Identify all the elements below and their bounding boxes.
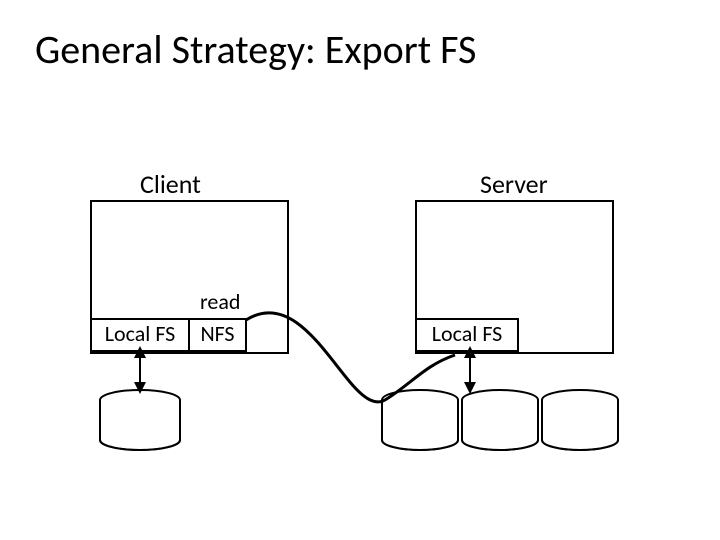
slide: General Strategy: Export FS Client Local… [0,0,720,540]
server-local-fs-cell: Local FS [415,318,519,352]
server-disk-1-icon [382,390,458,450]
client-nfs-cell: NFS [188,318,247,352]
slide-title: General Strategy: Export FS [35,25,476,74]
server-disk-3-icon [542,390,618,450]
client-label: Client [140,168,201,200]
server-disk-2-icon [462,390,538,450]
server-label: Server [480,168,548,200]
client-local-fs-cell: Local FS [90,318,190,352]
read-annotation: read [200,288,240,315]
client-disk-icon [100,390,180,450]
